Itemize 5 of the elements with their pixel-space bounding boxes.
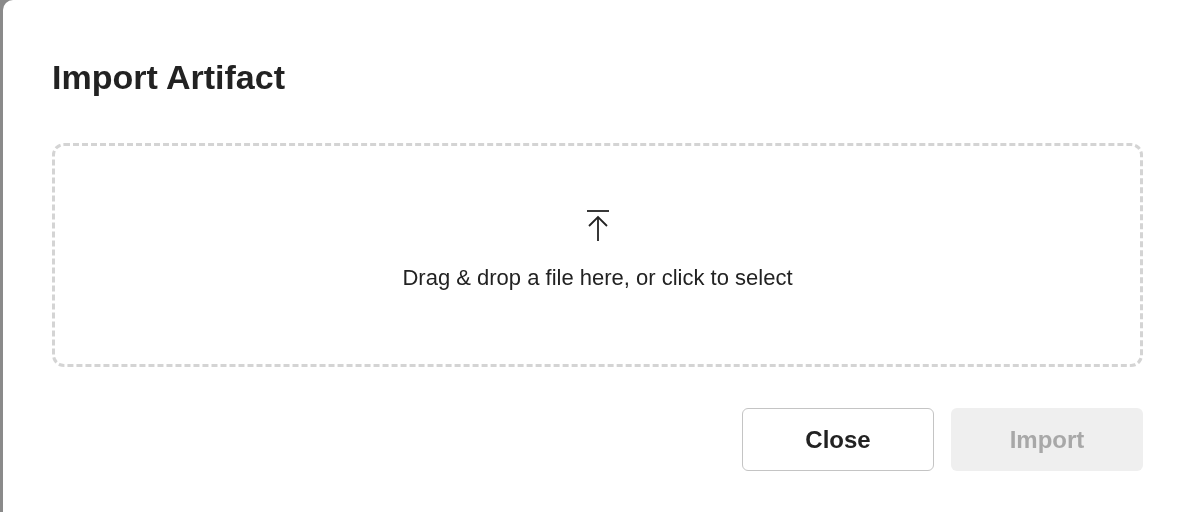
upload-icon: [584, 208, 611, 243]
dropzone-text: Drag & drop a file here, or click to select: [402, 263, 793, 292]
dialog-button[interactable]: Close: [742, 408, 934, 471]
dropzone[interactable]: Drag & drop a file here, or click to select: [52, 143, 1143, 367]
dialog-title: Import Artifact: [52, 57, 285, 98]
